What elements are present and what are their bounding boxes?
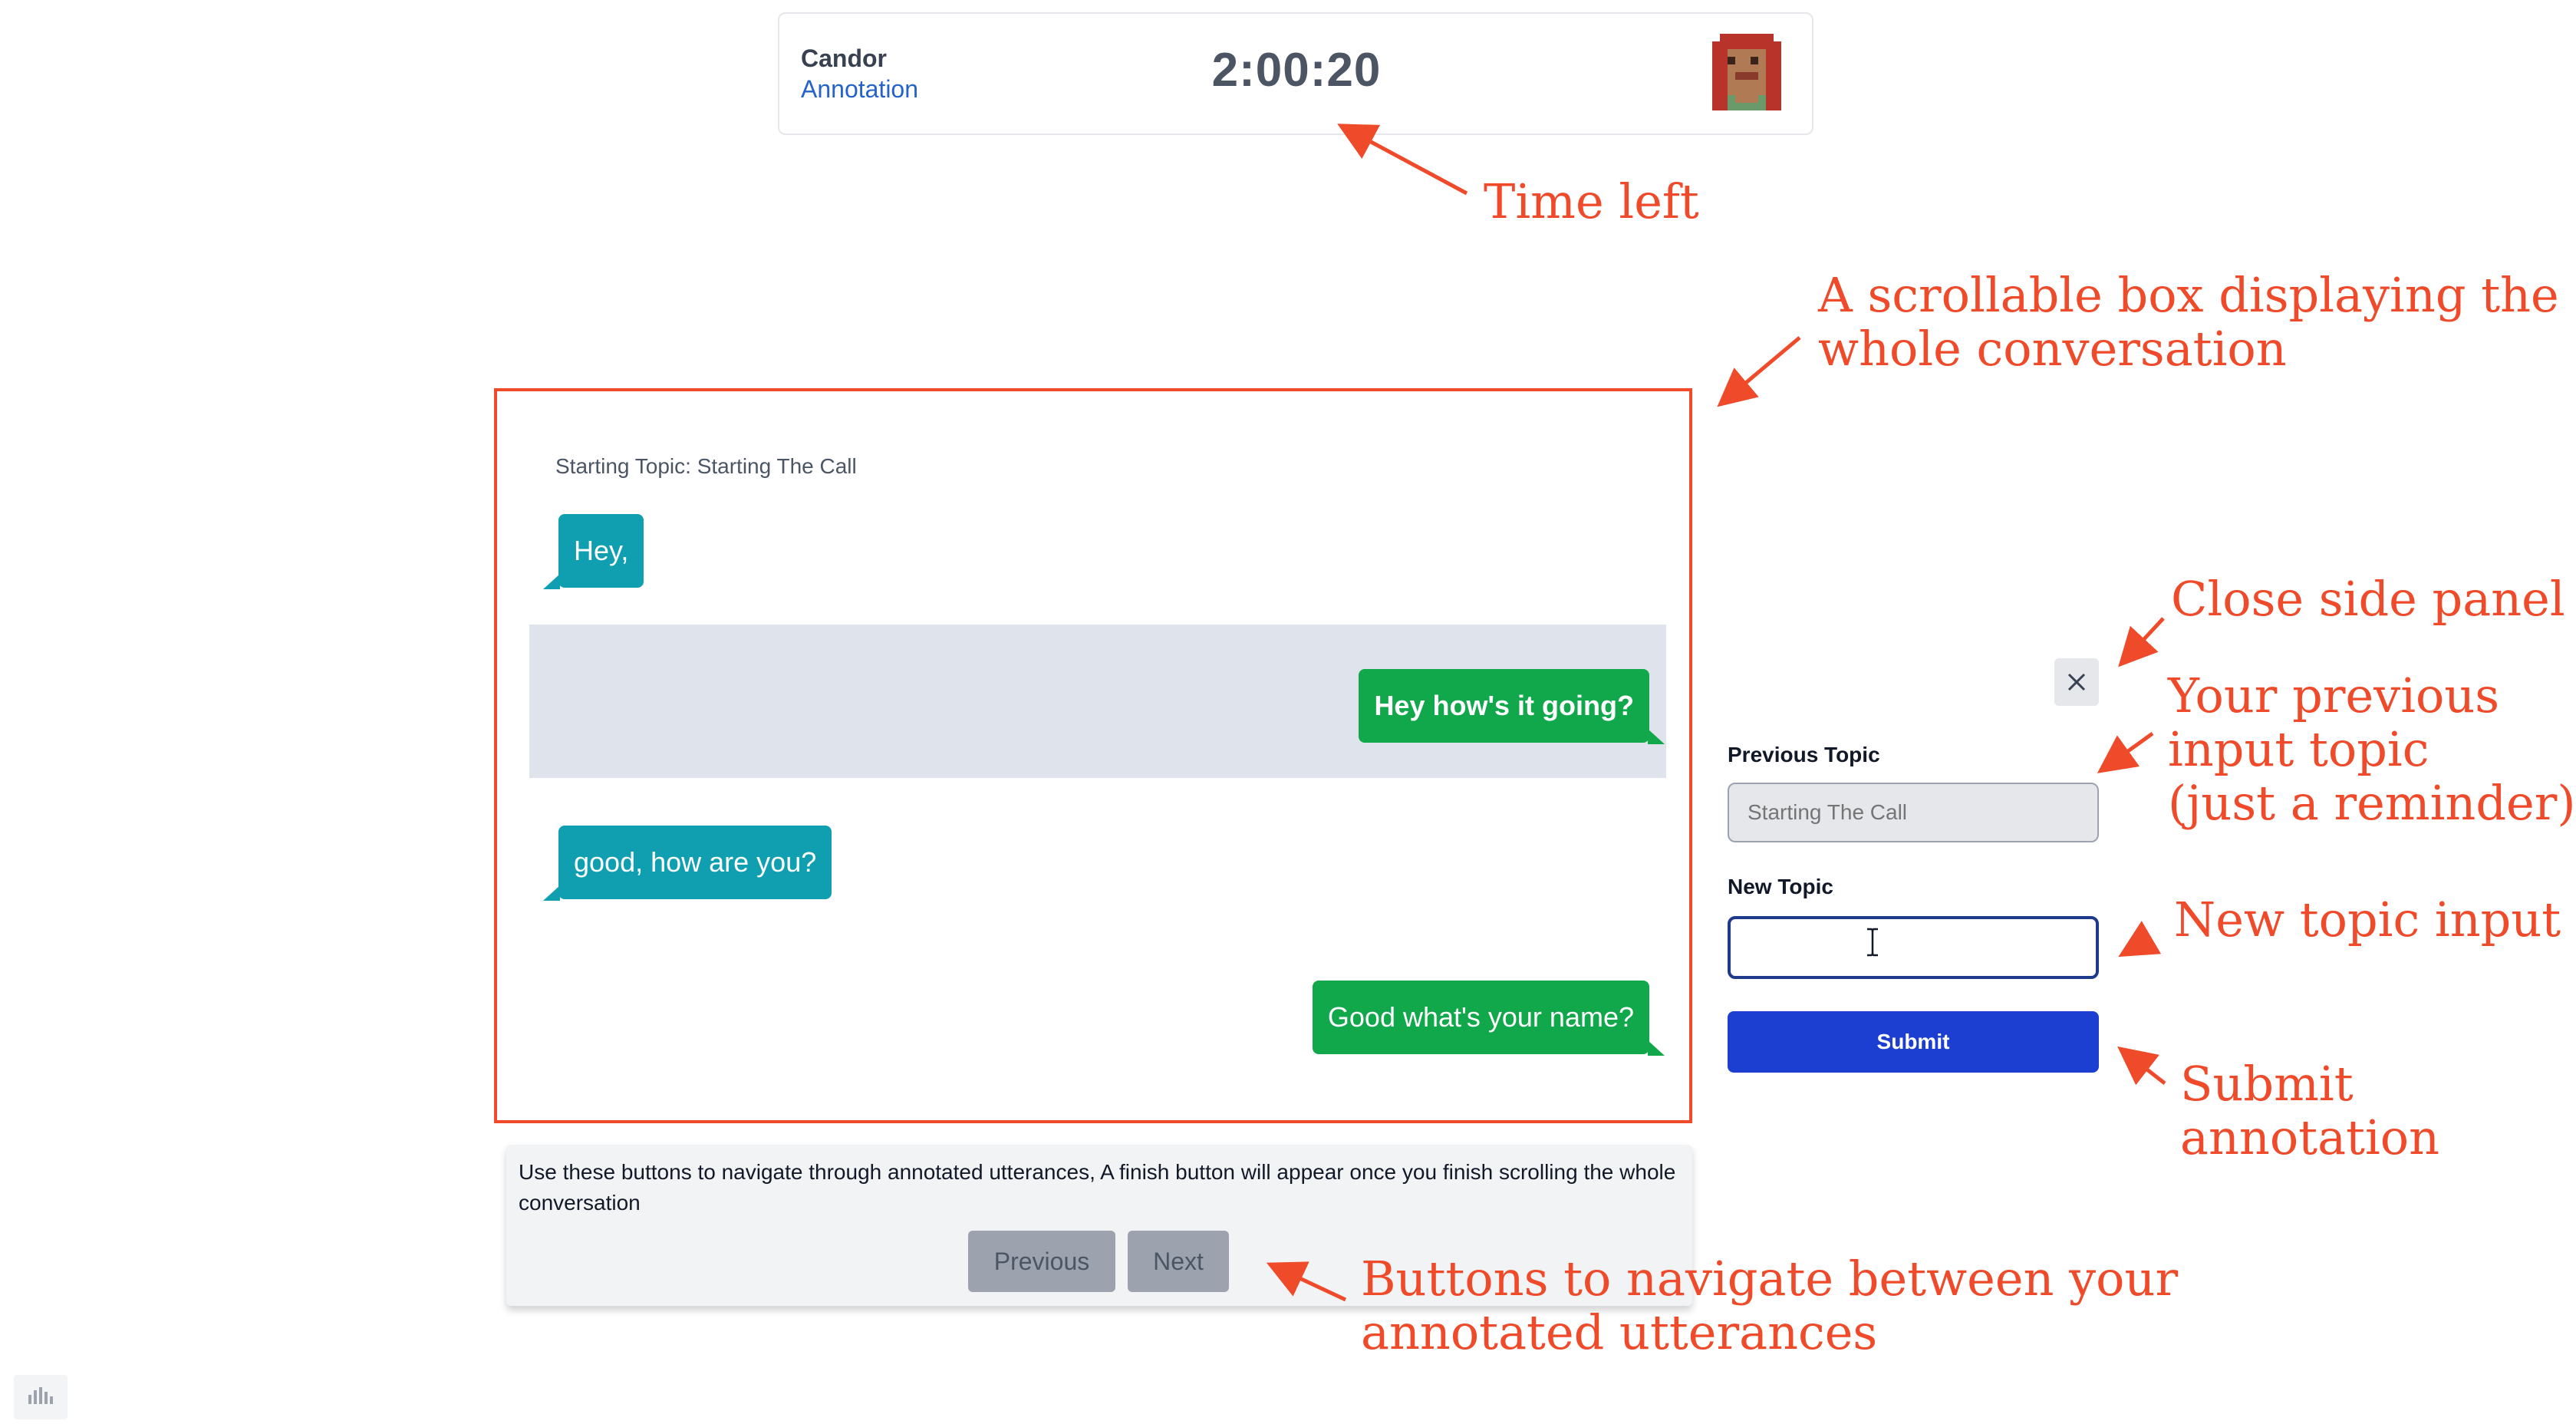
message-bubble-left[interactable]: Hey,	[542, 514, 644, 589]
message-bubble-right[interactable]: Good what's your name?	[1312, 981, 1665, 1056]
previous-topic-field	[1728, 783, 2099, 842]
arrow-scrollable-box	[1717, 336, 1801, 407]
arrow-previous-input	[2097, 731, 2154, 773]
message-bubble-right[interactable]: Hey how's it going?	[1359, 669, 1665, 744]
next-button[interactable]: Next	[1128, 1231, 1229, 1292]
annotation-new-topic-input: New topic input	[2174, 892, 2561, 948]
starting-topic-label: Starting Topic: Starting The Call	[555, 454, 857, 478]
arrow-time-left	[1337, 124, 1468, 196]
previous-button[interactable]: Previous	[968, 1231, 1115, 1292]
annotation-submit: Submit annotation	[2180, 1056, 2440, 1165]
arrow-close-panel	[2118, 617, 2165, 668]
new-topic-input[interactable]	[1728, 916, 2099, 979]
navigation-instructions: Use these buttons to navigate through an…	[519, 1160, 1676, 1215]
new-topic-label: New Topic	[1728, 875, 1833, 898]
annotation-navigate: Buttons to navigate between your annotat…	[1361, 1251, 2179, 1360]
annotation-scrollable-box: A scrollable box displaying the whole co…	[1818, 267, 2559, 377]
pixel-avatar-icon[interactable]	[1705, 34, 1789, 118]
brand-name: Candor	[801, 44, 887, 72]
annotation-close-panel: Close side panel	[2171, 571, 2565, 627]
countdown-timer: 2:00:20	[1211, 44, 1382, 97]
arrow-new-topic-input	[2118, 921, 2162, 958]
message-bubble-left[interactable]: good, how are you?	[542, 826, 832, 901]
previous-topic-label: Previous Topic	[1728, 743, 1880, 766]
text-cursor-icon	[1867, 928, 1878, 957]
annotation-time-left: Time left	[1484, 173, 1699, 229]
close-icon	[2067, 673, 2086, 691]
submit-button[interactable]: Submit	[1728, 1011, 2099, 1073]
audio-waveform-icon[interactable]	[14, 1375, 68, 1419]
annotation-previous-input: Your previous input topic (just a remind…	[2168, 668, 2576, 831]
brand-subtitle: Annotation	[801, 75, 919, 103]
close-side-panel-button[interactable]	[2054, 658, 2099, 706]
arrow-submit	[2117, 1046, 2166, 1086]
